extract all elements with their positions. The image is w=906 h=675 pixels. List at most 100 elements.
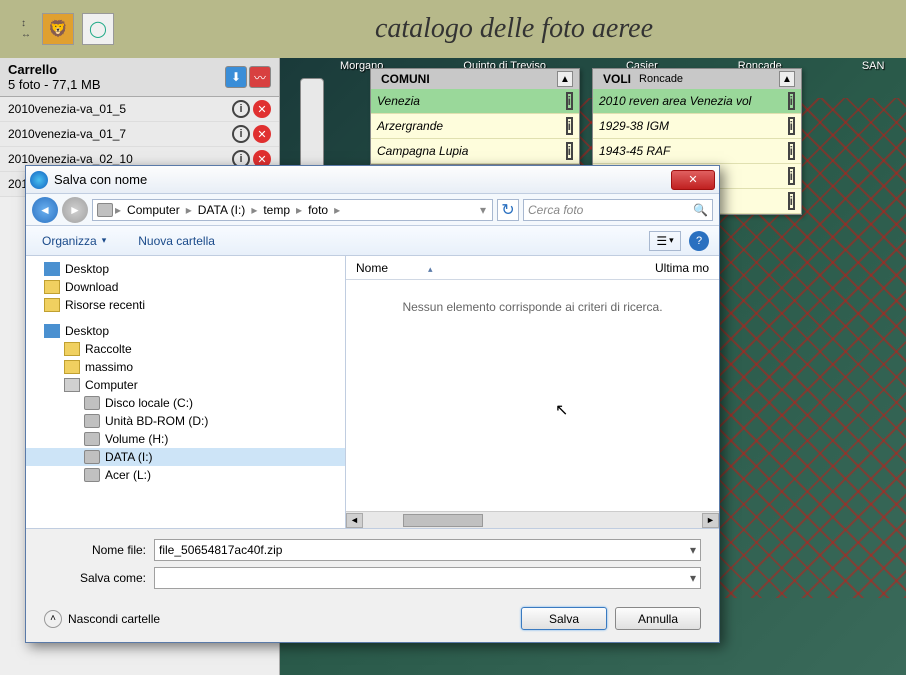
new-folder-button[interactable]: Nuova cartella (132, 232, 221, 250)
list-item[interactable]: Arzergrandei (371, 114, 579, 139)
saveas-label: Salva come: (44, 571, 154, 585)
nav-back-button[interactable]: ◄ (32, 197, 58, 223)
search-placeholder: Cerca foto (528, 203, 583, 217)
folder-icon (64, 360, 80, 374)
empty-message: Nessun elemento corrisponde ai criteri d… (346, 280, 719, 511)
breadcrumb-dropdown-icon[interactable]: ▾ (478, 203, 488, 217)
info-icon[interactable]: i (788, 192, 795, 210)
info-icon[interactable]: i (566, 142, 573, 160)
scroll-right-icon[interactable]: ► (702, 513, 719, 528)
folder-icon (64, 342, 80, 356)
comuni-title: COMUNI (377, 72, 434, 86)
folder-icon (44, 298, 60, 312)
view-mode-button[interactable]: ☰ (649, 231, 681, 251)
drive-icon (84, 468, 100, 482)
lion-logo-icon[interactable]: 🦁 (42, 13, 74, 45)
breadcrumb-separator-icon: ▸ (184, 203, 194, 217)
scroll-left-icon[interactable]: ◄ (346, 513, 363, 528)
breadcrumb[interactable]: ▸Computer▸DATA (I:)▸temp▸foto▸▾ (92, 199, 493, 221)
breadcrumb-segment[interactable]: foto (304, 203, 332, 217)
save-button[interactable]: Salva (521, 607, 607, 630)
list-item[interactable]: Campagna Lupiai (371, 139, 579, 164)
dialog-title: Salva con nome (54, 172, 147, 187)
cart-item[interactable]: 2010venezia-va_01_5i✕ (0, 97, 279, 122)
tree-item[interactable]: Risorse recenti (26, 296, 345, 314)
cart-item[interactable]: 2010venezia-va_01_7i✕ (0, 122, 279, 147)
breadcrumb-separator-icon: ▸ (113, 203, 123, 217)
app-header: ↕↔ 🦁 ◯ catalogo delle foto aeree (0, 0, 906, 58)
comp-icon (64, 378, 80, 392)
info-icon[interactable]: i (232, 100, 250, 118)
list-item[interactable]: 1929-38 IGMi (593, 114, 801, 139)
cancel-button[interactable]: Annulla (615, 607, 701, 630)
tree-item[interactable]: Desktop (26, 260, 345, 278)
tree-item[interactable]: Raccolte (26, 340, 345, 358)
sort-indicator-icon: ▴ (428, 264, 433, 274)
filename-input[interactable]: file_50654817ac40f.zip (154, 539, 701, 561)
info-icon[interactable]: i (232, 125, 250, 143)
list-item[interactable]: 2010 reven area Venezia voli (593, 89, 801, 114)
tree-item[interactable]: Volume (H:) (26, 430, 345, 448)
tree-item[interactable]: Computer (26, 376, 345, 394)
list-item[interactable]: Veneziai (371, 89, 579, 114)
tree-item[interactable]: Disco locale (C:) (26, 394, 345, 412)
search-icon[interactable]: 🔍 (693, 203, 708, 217)
folder-icon (44, 280, 60, 294)
info-icon[interactable]: i (788, 117, 795, 135)
breadcrumb-separator-icon: ▸ (294, 203, 304, 217)
drive-icon (84, 414, 100, 428)
close-button[interactable]: ✕ (671, 170, 715, 190)
globe-icon[interactable]: ◯ (82, 13, 114, 45)
drive-icon (84, 450, 100, 464)
folder-tree[interactable]: DesktopDownloadRisorse recentiDesktopRac… (26, 256, 346, 528)
scroll-thumb[interactable] (403, 514, 483, 527)
horizontal-scrollbar[interactable]: ◄ ► (346, 511, 719, 528)
cart-download-button[interactable]: ⬇ (225, 66, 247, 88)
ie-icon (30, 171, 48, 189)
chevron-up-icon: ˄ (44, 610, 62, 628)
map-city-label: SAN (862, 60, 885, 78)
info-icon[interactable]: i (788, 167, 795, 185)
delete-icon[interactable]: ✕ (253, 125, 271, 143)
desk-icon (44, 262, 60, 276)
tree-item[interactable]: Desktop (26, 322, 345, 340)
info-icon[interactable]: i (566, 92, 573, 110)
info-icon[interactable]: i (788, 92, 795, 110)
list-item[interactable]: 1943-45 RAFi (593, 139, 801, 164)
column-modified[interactable]: Ultima mo (655, 261, 709, 275)
cart-clear-button[interactable]: 〰 (249, 66, 271, 88)
voli-scroll-up[interactable]: ▲ (779, 71, 795, 87)
info-icon[interactable]: i (788, 142, 795, 160)
hide-folders-toggle[interactable]: ˄ Nascondi cartelle (44, 610, 160, 628)
drive-icon (84, 432, 100, 446)
help-button[interactable]: ? (689, 231, 709, 251)
tree-item[interactable]: Unità BD-ROM (D:) (26, 412, 345, 430)
search-input[interactable]: Cerca foto 🔍 (523, 199, 713, 221)
tree-item[interactable]: massimo (26, 358, 345, 376)
page-title: catalogo delle foto aeree (122, 13, 906, 45)
tree-item[interactable]: DATA (I:) (26, 448, 345, 466)
filename-label: Nome file: (44, 543, 154, 557)
breadcrumb-separator-icon: ▸ (249, 203, 259, 217)
breadcrumb-segment[interactable]: temp (259, 203, 294, 217)
breadcrumb-segment[interactable]: DATA (I:) (194, 203, 250, 217)
refresh-button[interactable]: ↻ (497, 199, 519, 221)
cart-summary: 5 foto - 77,1 MB (8, 77, 225, 92)
scale-icon: ↕↔ (10, 18, 42, 40)
info-icon[interactable]: i (566, 117, 573, 135)
organize-button[interactable]: Organizza (36, 232, 112, 250)
voli-title: VOLI (599, 72, 635, 86)
comuni-scroll-up[interactable]: ▲ (557, 71, 573, 87)
delete-icon[interactable]: ✕ (253, 100, 271, 118)
drive-icon (84, 396, 100, 410)
comuni-panel: COMUNI ▲ VeneziaiArzergrandeiCampagna Lu… (370, 68, 580, 165)
voli-subtitle: Roncade (635, 73, 687, 85)
saveas-combo[interactable] (154, 567, 701, 589)
tree-item[interactable]: Download (26, 278, 345, 296)
column-name[interactable]: Nome▴ (356, 261, 655, 275)
nav-forward-button[interactable]: ► (62, 197, 88, 223)
drive-icon (97, 203, 113, 217)
breadcrumb-segment[interactable]: Computer (123, 203, 184, 217)
desk-icon (44, 324, 60, 338)
tree-item[interactable]: Acer (L:) (26, 466, 345, 484)
